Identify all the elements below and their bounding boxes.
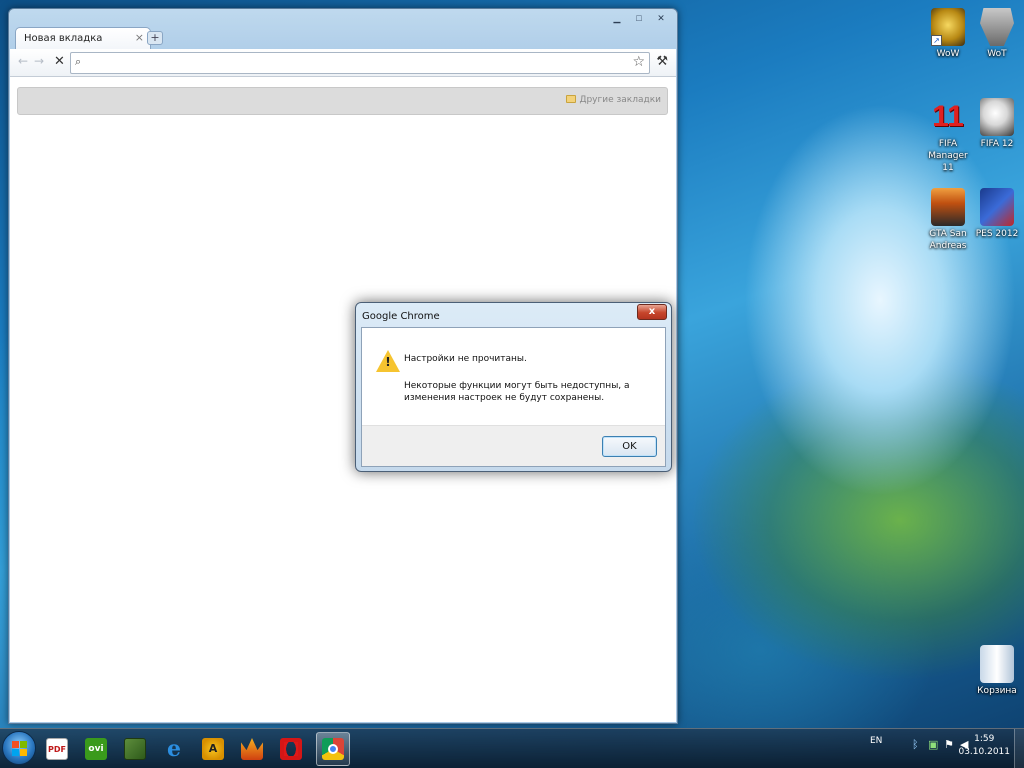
folder-icon [566, 95, 577, 103]
taskbar-app-screen[interactable] [118, 732, 152, 766]
dialog-message: Настройки не прочитаны. [404, 354, 527, 364]
wot-icon [980, 8, 1014, 46]
error-dialog: Google Chrome x ! Настройки не прочитаны… [355, 302, 672, 472]
clock[interactable]: 1:59 03.10.2011 [958, 733, 1010, 759]
window-close-button[interactable]: ✕ [651, 11, 671, 25]
browser-toolbar: ← → ✕ ⌕ ☆ ⚒ [10, 49, 676, 77]
opera-icon [280, 738, 302, 760]
dialog-footer: OK [362, 425, 665, 466]
maximize-button[interactable]: □ [629, 11, 649, 25]
windows-logo-icon [12, 741, 28, 757]
desktop-icon-label: Корзина [977, 686, 1017, 696]
desktop-icon-label: FIFA Manager 11 [928, 139, 968, 173]
desktop-icon-label: FIFA 12 [980, 139, 1014, 149]
shortcut-arrow-icon: ↗ [931, 35, 942, 46]
pes-icon [980, 188, 1014, 226]
pdf-icon: PDF [46, 738, 68, 760]
taskbar-app-ie[interactable]: e [157, 732, 191, 766]
system-tray: EN ᛒ ▣ ⚑ ◀ 1:59 03.10.2011 [864, 729, 1024, 768]
taskbar-app-ovi[interactable]: ovi [79, 732, 113, 766]
crown-icon [241, 738, 263, 760]
desktop-icon-wot[interactable]: WoT [971, 8, 1023, 60]
internet-explorer-icon: e [167, 736, 181, 762]
fifa-12-icon [980, 98, 1014, 136]
desktop-icon-gta[interactable]: GTA San Andreas [922, 188, 974, 252]
dialog-close-button[interactable]: x [637, 304, 667, 320]
window-controls: ▁ □ ✕ [607, 11, 671, 25]
omnibox[interactable]: ⌕ ☆ [70, 52, 650, 74]
taskbar-app-crown[interactable] [235, 732, 269, 766]
network-icon[interactable]: ▣ [928, 738, 938, 751]
ovi-icon: ovi [85, 738, 107, 760]
recycle-bin-icon [980, 645, 1014, 683]
stop-button[interactable]: ✕ [54, 54, 65, 69]
warning-icon: ! [376, 350, 400, 372]
dialog-detail: Некоторые функции могут быть недоступны,… [404, 381, 630, 403]
start-button[interactable] [2, 731, 36, 765]
new-tab-button[interactable]: + [147, 31, 163, 45]
desktop-icon-fifa-12[interactable]: FIFA 12 [971, 98, 1023, 150]
screen-icon [124, 738, 146, 760]
ok-button[interactable]: OK [602, 436, 657, 457]
taskbar-app-chrome[interactable] [316, 732, 350, 766]
desktop-icon-pes[interactable]: PES 2012 [971, 188, 1023, 240]
tab-new-tab[interactable]: Новая вкладка × [15, 27, 151, 49]
bookmark-star-icon[interactable]: ☆ [632, 54, 645, 70]
taskbar-app-opera[interactable] [274, 732, 308, 766]
show-desktop-button[interactable] [1014, 729, 1024, 768]
address-input[interactable] [87, 55, 627, 71]
dialog-body: ! Настройки не прочитаны. Некоторые функ… [361, 327, 666, 467]
language-indicator[interactable]: EN [870, 736, 882, 746]
bluetooth-icon[interactable]: ᛒ [912, 738, 919, 751]
tab-close-icon[interactable]: × [135, 31, 144, 44]
desktop-icon-label: WoW [936, 49, 960, 59]
search-icon: ⌕ [75, 55, 82, 68]
clock-date: 03.10.2011 [958, 747, 1010, 757]
desktop-icon-label: WoT [987, 49, 1007, 59]
forward-button[interactable]: → [34, 54, 44, 68]
other-bookmarks-label: Другие закладки [579, 95, 661, 105]
other-bookmarks-button[interactable]: Другие закладки [566, 95, 661, 105]
desktop-icon-recycle-bin[interactable]: Корзина [971, 645, 1023, 697]
back-button[interactable]: ← [18, 54, 28, 68]
gta-icon [931, 188, 965, 226]
desktop-icon-label: PES 2012 [975, 229, 1019, 239]
aimp-icon: A [202, 738, 224, 760]
wow-icon: ↗ [931, 8, 965, 46]
dialog-title: Google Chrome [362, 311, 440, 322]
taskbar-app-aimp[interactable]: A [196, 732, 230, 766]
minimize-button[interactable]: ▁ [607, 11, 627, 25]
tab-title: Новая вкладка [24, 33, 103, 44]
desktop-icon-fifa-manager[interactable]: 11 FIFA Manager 11 [922, 98, 974, 174]
desktop-icon-label: GTA San Andreas [929, 229, 967, 251]
taskbar-app-pdf[interactable]: PDF [40, 732, 74, 766]
chrome-icon [322, 738, 344, 760]
flag-icon[interactable]: ⚑ [944, 738, 954, 751]
wrench-menu-icon[interactable]: ⚒ [656, 54, 668, 69]
clock-time: 1:59 [974, 734, 995, 744]
fifa-manager-icon: 11 [932, 100, 964, 133]
bookmarks-bar: Другие закладки [17, 87, 668, 115]
taskbar: PDF ovi e A EN ᛒ ▣ ⚑ ◀ 1:59 03.10.2011 [0, 728, 1024, 768]
desktop-icon-wow[interactable]: ↗ WoW [922, 8, 974, 60]
